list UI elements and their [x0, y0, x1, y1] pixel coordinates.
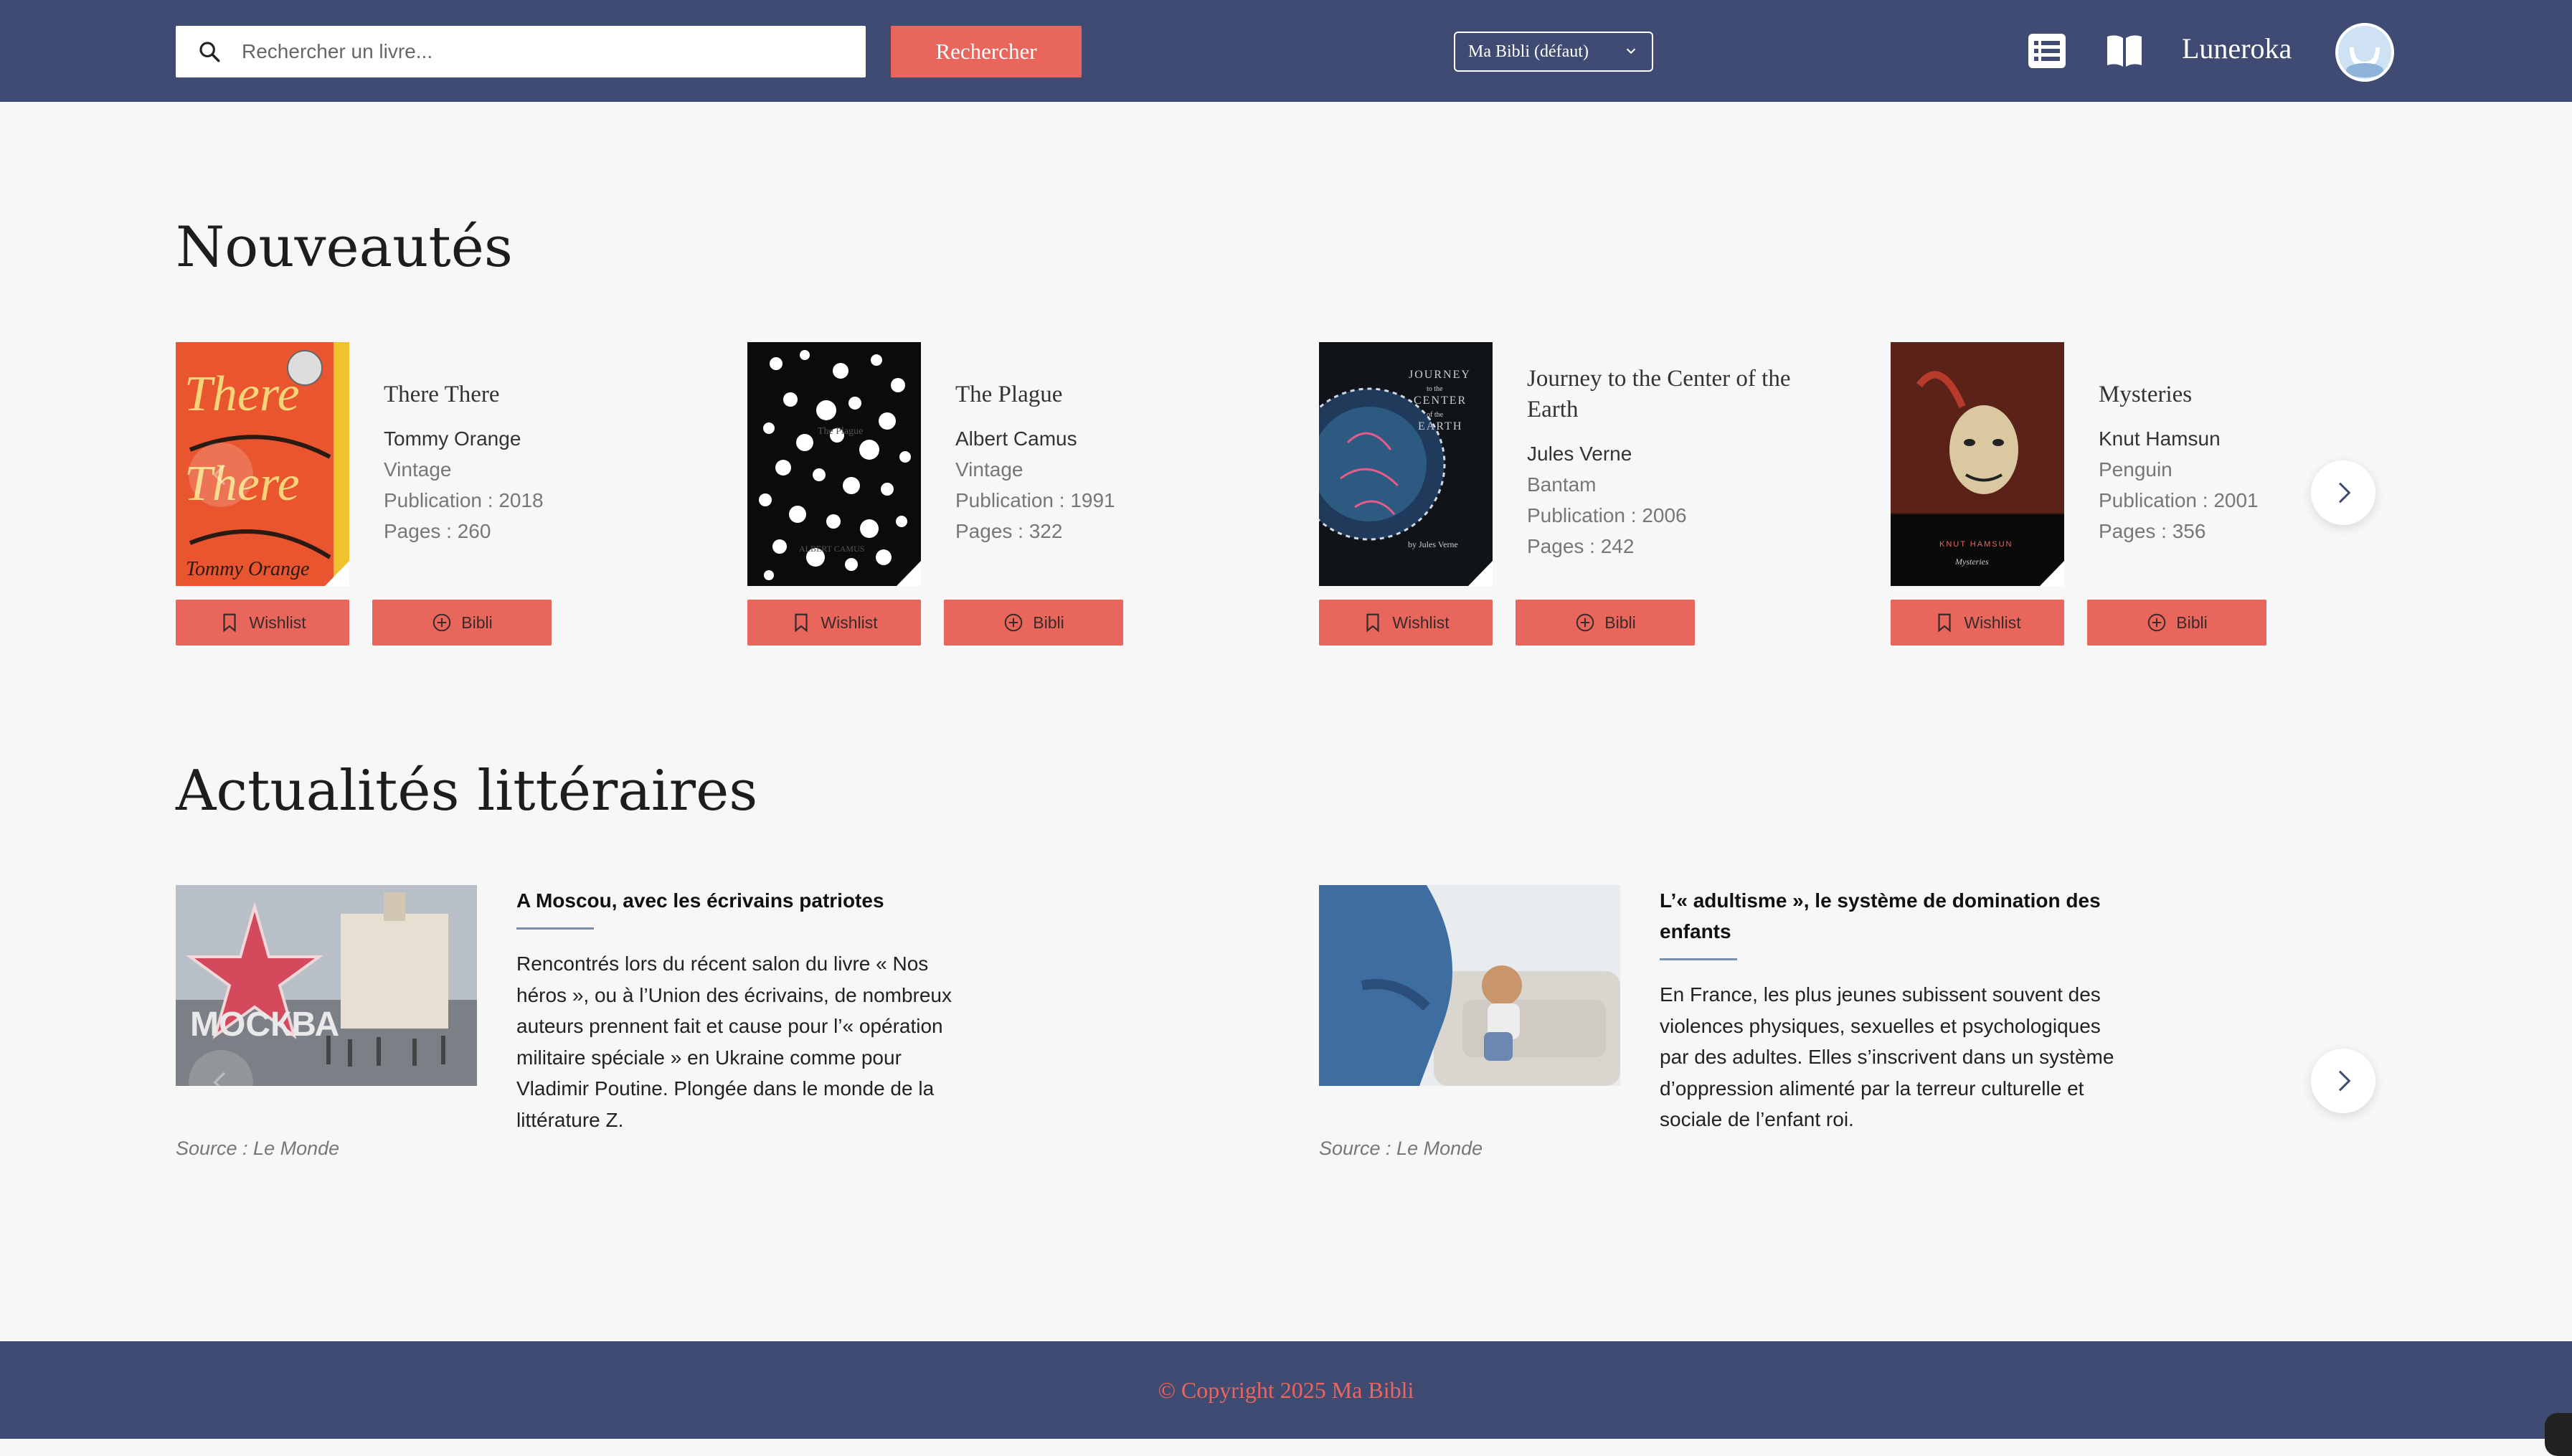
news-image[interactable] [1319, 885, 1620, 1086]
book-card: JOURNEY to the CENTER of the EARTH by Ju… [1319, 342, 1864, 646]
chevron-left-icon [213, 464, 226, 486]
book-publication: Publication : 2006 [1527, 504, 1687, 526]
divider [1660, 958, 1737, 960]
chevron-right-icon [2338, 482, 2351, 504]
wishlist-button[interactable]: Wishlist [176, 600, 349, 646]
svg-text:ALBERT CAMUS: ALBERT CAMUS [799, 544, 864, 554]
book-author: Knut Hamsun [2099, 427, 2221, 450]
svg-text:There: There [184, 367, 300, 422]
avatar-image [2338, 26, 2391, 79]
news-carousel-next-button[interactable] [2311, 1049, 2375, 1113]
chevron-down-icon [1626, 48, 1636, 55]
book-title[interactable]: There There [384, 379, 685, 410]
search-button[interactable]: Rechercher [891, 26, 1082, 77]
book-author: Albert Camus [955, 427, 1077, 450]
bibli-label: Bibli [1033, 613, 1064, 632]
svg-text:The Plague: The Plague [818, 426, 863, 437]
svg-text:CENTER: CENTER [1414, 394, 1467, 407]
book-pages: Pages : 242 [1527, 535, 1635, 557]
svg-text:to the: to the [1427, 385, 1443, 393]
search-input[interactable] [242, 40, 830, 63]
book-title[interactable]: The Plague [955, 379, 1257, 410]
wishlist-button[interactable]: Wishlist [747, 600, 921, 646]
chevron-right-icon [2338, 1070, 2351, 1092]
svg-text:Mysteries: Mysteries [1954, 557, 1989, 567]
wishlist-label: Wishlist [1392, 613, 1450, 632]
bibli-label: Bibli [1604, 613, 1636, 632]
svg-text:by Jules Verne: by Jules Verne [1408, 539, 1458, 549]
wishlist-label: Wishlist [821, 613, 878, 632]
plus-circle-icon [433, 613, 451, 632]
book-publication: Publication : 2018 [384, 489, 544, 511]
book-publisher: Vintage [955, 458, 1023, 481]
list-icon[interactable] [2027, 32, 2067, 70]
book-author: Jules Verne [1527, 443, 1632, 465]
book-publication: Publication : 1991 [955, 489, 1115, 511]
news-headline[interactable]: L’« adultisme », le système de dominatio… [1660, 885, 2119, 947]
news-image[interactable]: МОСКВА [176, 885, 477, 1086]
book-cover[interactable]: The Plague ALBERT CAMUS [747, 342, 921, 586]
books-carousel-next-button[interactable] [2311, 460, 2375, 525]
add-to-bibli-button[interactable]: Bibli [1516, 600, 1695, 646]
news-description: En France, les plus jeunes subissent sou… [1660, 983, 2114, 1130]
chevron-left-icon [213, 1072, 226, 1086]
book-title[interactable]: Mysteries [2099, 379, 2400, 410]
book-publisher: Bantam [1527, 473, 1597, 496]
plus-circle-icon [1576, 613, 1594, 632]
search-bar[interactable] [176, 26, 866, 77]
wishlist-label: Wishlist [249, 613, 306, 632]
book-pages: Pages : 260 [384, 520, 491, 542]
wishlist-button[interactable]: Wishlist [1891, 600, 2064, 646]
news-description: Rencontrés lors du récent salon du livre… [516, 952, 952, 1131]
divider [516, 927, 594, 930]
book-card: There There Tommy Orange There There Tom… [176, 342, 721, 646]
svg-text:EARTH: EARTH [1418, 420, 1462, 432]
carousel-prev-button[interactable] [189, 443, 253, 507]
news-title: Actualités littéraires [176, 759, 758, 823]
book-pages: Pages : 322 [955, 520, 1063, 542]
book-title[interactable]: Journey to the Center of the Earth [1527, 364, 1828, 425]
news-image-text: МОСКВА [190, 1006, 339, 1044]
svg-text:of the: of the [1427, 411, 1444, 419]
plus-circle-icon [2148, 613, 2166, 632]
footer: © Copyright 2025 Ma Bibli [0, 1341, 2572, 1439]
book-publisher: Vintage [384, 458, 452, 481]
news-item: МОСКВА A Moscou, avec les écrivains patr… [176, 885, 1237, 1172]
wishlist-button[interactable]: Wishlist [1319, 600, 1493, 646]
bookmark-icon [223, 613, 236, 633]
library-select-value: Ma Bibli (défaut) [1468, 42, 1589, 61]
new-releases-title: Nouveautés [176, 215, 513, 280]
book-cover[interactable]: KNUT HAMSUN Mysteries [1891, 342, 2064, 586]
add-to-bibli-button[interactable]: Bibli [372, 600, 552, 646]
search-icon [199, 42, 220, 62]
book-author: Tommy Orange [384, 427, 521, 450]
book-card: The Plague ALBERT CAMUS The Plague Alber… [747, 342, 1292, 646]
news-headline[interactable]: A Moscou, avec les écrivains patriotes [516, 885, 975, 916]
copyright-text: © Copyright 2025 Ma Bibli [1158, 1376, 1414, 1403]
plus-circle-icon [1005, 613, 1023, 632]
news-source: Source : Le Monde [1319, 1138, 1483, 1159]
news-item: L’« adultisme », le système de dominatio… [1319, 885, 2380, 1172]
bookmark-icon [1938, 613, 1951, 633]
top-navbar: Rechercher Ma Bibli (défaut) Luneroka [0, 0, 2572, 102]
bibli-label: Bibli [461, 613, 493, 632]
book-cover[interactable]: There There Tommy Orange [176, 342, 349, 586]
avatar[interactable] [2335, 23, 2394, 82]
corner-widget[interactable] [2545, 1413, 2572, 1456]
add-to-bibli-button[interactable]: Bibli [944, 600, 1123, 646]
svg-text:KNUT HAMSUN: KNUT HAMSUN [1939, 540, 2013, 549]
svg-text:JOURNEY: JOURNEY [1409, 369, 1471, 381]
wishlist-label: Wishlist [1964, 613, 2021, 632]
open-book-icon[interactable] [2104, 32, 2145, 70]
add-to-bibli-button[interactable]: Bibli [2087, 600, 2266, 646]
book-cover[interactable]: JOURNEY to the CENTER of the EARTH by Ju… [1319, 342, 1493, 586]
username[interactable]: Luneroka [2182, 32, 2292, 65]
bookmark-icon [1366, 613, 1379, 633]
news-source: Source : Le Monde [176, 1138, 340, 1159]
library-select[interactable]: Ma Bibli (défaut) [1454, 32, 1653, 72]
bookmark-icon [795, 613, 808, 633]
svg-text:Tommy Orange: Tommy Orange [186, 558, 309, 580]
bibli-label: Bibli [2176, 613, 2208, 632]
